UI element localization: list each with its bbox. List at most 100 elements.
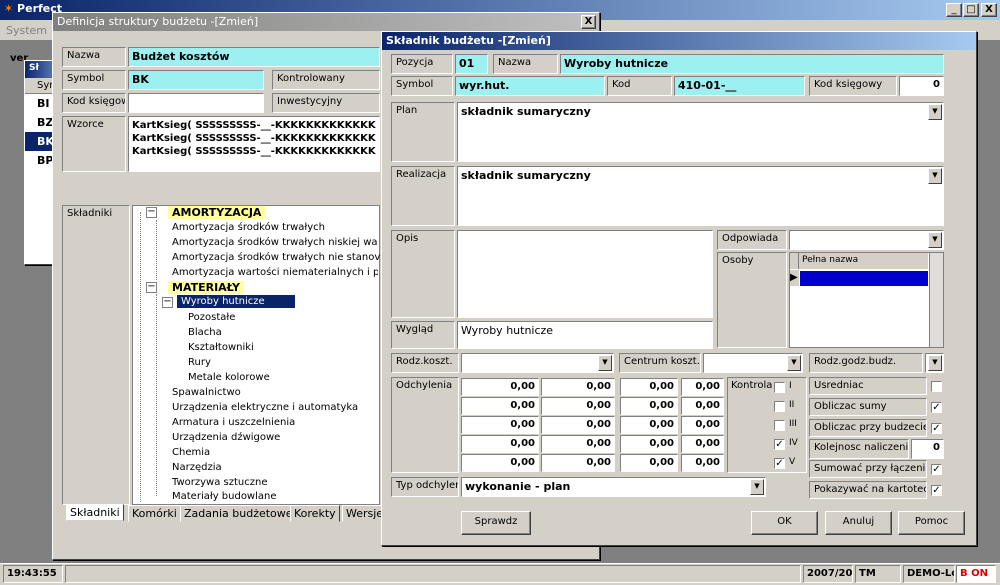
tab-zadania[interactable]: Zadania budżetowe	[180, 505, 297, 522]
tree-item-selected[interactable]: Wyroby hutnicze	[177, 295, 295, 308]
def-kod-field[interactable]	[128, 93, 264, 113]
odchylenie-cell[interactable]: 0,00	[541, 416, 615, 434]
option-checkbox[interactable]: ✓	[931, 464, 942, 475]
odchylenie-cell[interactable]: 0,00	[620, 397, 678, 415]
odchylenie-cell[interactable]: 0,00	[681, 378, 724, 396]
anuluj-button[interactable]: Anuluj	[825, 511, 892, 535]
kontrola-checkbox[interactable]: ✓	[774, 458, 785, 469]
kod-field[interactable]: 410-01-__	[674, 76, 805, 96]
tree-item[interactable]: Narzędzia	[172, 462, 222, 473]
option-label: Obliczac sumy	[809, 398, 927, 416]
centrum-field[interactable]: ▼	[703, 353, 803, 373]
grid-scrollbar[interactable]	[929, 253, 943, 347]
odchylenie-cell[interactable]: 0,00	[681, 454, 724, 472]
tree-item[interactable]: Rury	[188, 357, 211, 368]
tree-item[interactable]: Amortyzacja środków trwałych	[172, 222, 325, 233]
tree-item[interactable]: Metale kolorowe	[188, 372, 270, 383]
tree-item[interactable]: Blacha	[188, 327, 222, 338]
option-checkbox[interactable]: ✓	[931, 423, 942, 434]
opis-field[interactable]	[457, 230, 713, 318]
tree-item[interactable]: Armatura i uszczelnienia	[172, 417, 295, 428]
tree-item[interactable]: Urządzenia dźwigowe	[172, 432, 280, 443]
odchylenie-cell[interactable]: 0,00	[620, 454, 678, 472]
kontrola-checkbox[interactable]	[774, 420, 785, 431]
tree-expand-icon[interactable]: −	[162, 297, 173, 308]
rodz-godz-dropdown-icon[interactable]: ▼	[928, 355, 942, 371]
kontrola-checkbox[interactable]: ✓	[774, 439, 785, 450]
kontrola-checkbox[interactable]	[774, 401, 785, 412]
tree-item[interactable]: Tworzywa sztuczne	[172, 477, 267, 488]
rodz-godz-field[interactable]: ▼	[925, 353, 944, 373]
tree-item[interactable]: Amortyzacja środków trwałych nie stanov	[172, 252, 380, 263]
tree-item[interactable]: Pozostałe	[188, 312, 235, 323]
tab-wersje[interactable]: Wersje	[342, 505, 382, 522]
tab-komorki[interactable]: Komórki	[128, 505, 181, 522]
wyglad-field[interactable]: Wyroby hutnicze	[457, 321, 713, 349]
odchylenie-cell[interactable]: 0,00	[461, 435, 539, 453]
option-checkbox[interactable]	[931, 381, 942, 392]
rodz-koszt-field[interactable]: ▼	[461, 353, 614, 373]
minimize-button[interactable]: _	[946, 3, 962, 17]
pomoc-button[interactable]: Pomoc	[898, 511, 965, 535]
tree-item[interactable]: Amortyzacja środków trwałych niskiej wa	[172, 237, 378, 248]
option-checkbox[interactable]: ✓	[931, 485, 942, 496]
odchylenie-cell[interactable]: 0,00	[541, 378, 615, 396]
typ-odchylen-field[interactable]: wykonanie - plan ▼	[461, 477, 766, 497]
tree-item[interactable]: Kształtowniki	[188, 342, 254, 353]
nazwa-field[interactable]: Wyroby hutnicze	[560, 54, 944, 74]
close-button[interactable]: X	[981, 3, 997, 17]
osoby-grid[interactable]: Pełna nazwa ▶	[789, 252, 944, 348]
odchylenie-cell[interactable]: 0,00	[620, 416, 678, 434]
menu-system[interactable]: System	[6, 24, 47, 37]
def-wzorce-label: Wzorce	[62, 116, 126, 172]
def-wzorce-list[interactable]: KartKsieg( SSSSSSSSS-__-KKKKKKKKKKKKK Ka…	[128, 116, 380, 172]
rodz-koszt-dropdown-icon[interactable]: ▼	[598, 355, 612, 371]
odchylenie-cell[interactable]: 0,00	[461, 454, 539, 472]
tab-korekty[interactable]: Korekty	[290, 505, 340, 522]
centrum-dropdown-icon[interactable]: ▼	[787, 355, 801, 371]
kod-ksiegowy-field[interactable]: 0	[899, 76, 944, 96]
def-nazwa-field[interactable]: Budżet kosztów	[128, 47, 380, 67]
odpowiada-dropdown-icon[interactable]: ▼	[928, 232, 942, 248]
odchylenie-cell[interactable]: 0,00	[681, 397, 724, 415]
odchylenie-cell[interactable]: 0,00	[681, 416, 724, 434]
plan-dropdown-icon[interactable]: ▼	[928, 104, 942, 120]
tree-expand-icon[interactable]: −	[146, 282, 157, 293]
odchylenie-cell[interactable]: 0,00	[461, 378, 539, 396]
symbol-field[interactable]: wyr.hut.	[455, 76, 605, 96]
odchylenia-label: Odchylenia	[391, 377, 459, 473]
tree-item[interactable]: Amortyzacja wartości niematerialnych i p	[172, 267, 378, 278]
grid-row-selected[interactable]	[800, 271, 928, 286]
odchylenie-cell[interactable]: 0,00	[681, 435, 724, 453]
tab-skladniki[interactable]: Składniki	[66, 504, 124, 521]
tree-item[interactable]: Chemia	[172, 447, 210, 458]
kontrola-checkbox[interactable]	[774, 382, 785, 393]
tree-item[interactable]: Urządzenia elektryczne i automatyka	[172, 402, 358, 413]
typ-odchylen-dropdown-icon[interactable]: ▼	[750, 479, 764, 495]
odchylenie-cell[interactable]: 0,00	[620, 435, 678, 453]
odchylenie-cell[interactable]: 0,00	[461, 416, 539, 434]
sprawdz-button[interactable]: Sprawdz	[461, 511, 531, 535]
tree-item[interactable]: Materiały budowlane	[172, 491, 277, 502]
maximize-button[interactable]: □	[963, 3, 979, 17]
kolejnosc-field[interactable]: 0	[911, 439, 944, 459]
odchylenie-cell[interactable]: 0,00	[461, 397, 539, 415]
odchylenie-cell[interactable]: 0,00	[541, 397, 615, 415]
tree-expand-icon[interactable]: −	[146, 207, 157, 218]
pozycja-field[interactable]: 01	[455, 54, 488, 74]
def-inwest-label: Inwestycyjny	[272, 93, 380, 113]
tree-group-materialy[interactable]: MATERIAŁY	[168, 281, 245, 294]
realizacja-field[interactable]: składnik sumaryczny ▼	[457, 166, 944, 226]
def-close-button[interactable]: X	[581, 15, 596, 29]
def-symbol-field[interactable]: BK	[128, 70, 264, 90]
odchylenie-cell[interactable]: 0,00	[541, 454, 615, 472]
option-checkbox[interactable]: ✓	[931, 402, 942, 413]
realizacja-dropdown-icon[interactable]: ▼	[928, 168, 942, 184]
plan-field[interactable]: składnik sumaryczny ▼	[457, 102, 944, 162]
odchylenie-cell[interactable]: 0,00	[620, 378, 678, 396]
ok-button[interactable]: OK	[751, 511, 818, 535]
tree-group-amortyzacja[interactable]: AMORTYZACJA	[168, 206, 266, 219]
odchylenie-cell[interactable]: 0,00	[541, 435, 615, 453]
tree-item[interactable]: Spawalnictwo	[172, 387, 241, 398]
odpowiada-field[interactable]: ▼	[789, 230, 944, 250]
